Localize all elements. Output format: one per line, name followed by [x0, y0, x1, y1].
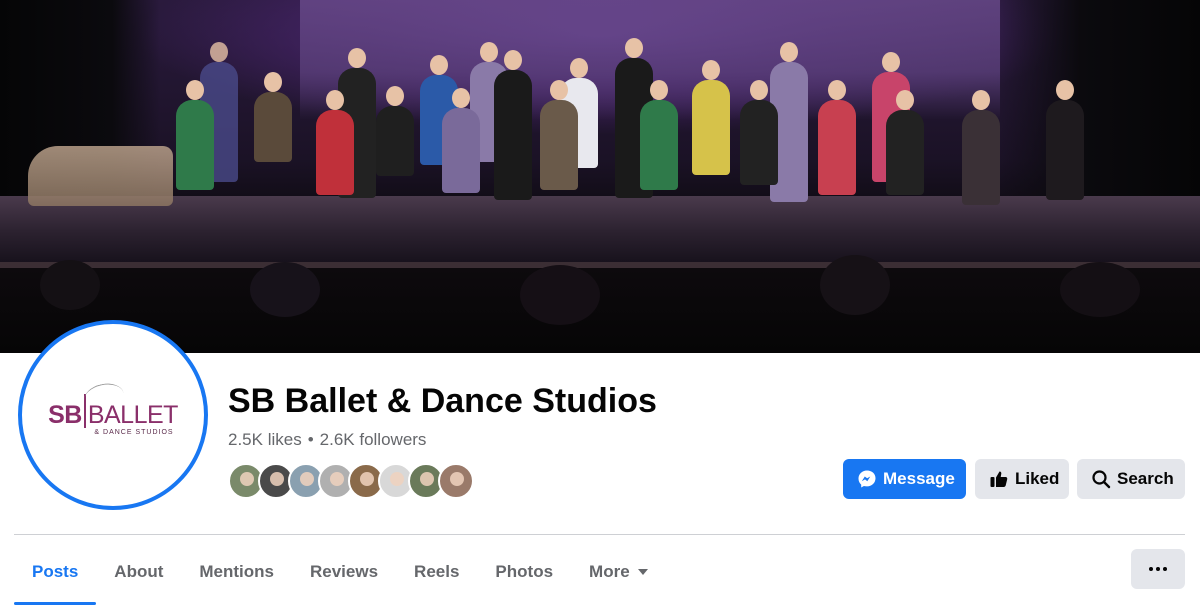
liked-button[interactable]: Liked	[975, 459, 1069, 499]
more-options-button[interactable]	[1131, 549, 1185, 589]
dancer	[640, 80, 678, 190]
ellipsis-dot-icon	[1149, 567, 1153, 571]
dancer	[442, 88, 480, 193]
page-title: SB Ballet & Dance Studios	[228, 382, 657, 420]
dancer	[316, 90, 354, 195]
chaise-lounge	[28, 146, 173, 206]
thumbs-up-icon	[990, 471, 1008, 487]
tab-posts[interactable]: Posts	[14, 542, 97, 605]
tab-label: About	[114, 562, 164, 581]
message-button[interactable]: Message	[843, 459, 966, 499]
caret-down-icon	[637, 569, 648, 575]
tab-label: Reels	[414, 562, 460, 581]
dancer	[740, 80, 778, 185]
tab-photos[interactable]: Photos	[477, 542, 571, 602]
tab-label: Posts	[32, 562, 79, 581]
dancer	[818, 80, 856, 195]
dancer	[176, 80, 214, 190]
stats-separator: •	[307, 430, 314, 449]
search-icon	[1092, 470, 1111, 489]
likes-count[interactable]: 2.5K likes	[228, 430, 302, 449]
dancer	[540, 80, 578, 190]
tab-reviews[interactable]: Reviews	[292, 542, 396, 602]
liked-button-label: Liked	[1015, 469, 1060, 488]
messenger-icon	[858, 470, 876, 488]
ellipsis-dot-icon	[1156, 567, 1160, 571]
logo-sb-text: SB	[48, 401, 82, 429]
audience-head	[250, 262, 320, 317]
message-button-label: Message	[883, 469, 955, 488]
friends-who-like-strip	[228, 463, 474, 499]
search-button-label: Search	[1117, 469, 1174, 488]
audience-head	[520, 265, 600, 325]
dancer	[376, 86, 414, 176]
tab-more[interactable]: More	[571, 542, 666, 602]
tab-label: Photos	[495, 562, 554, 581]
tab-label: More	[589, 562, 630, 581]
friend-avatar[interactable]	[438, 463, 474, 499]
followers-count[interactable]: 2.6K followers	[320, 430, 427, 449]
tab-label: Reviews	[310, 562, 379, 581]
dancer	[494, 50, 532, 200]
dancer	[962, 90, 1000, 205]
tab-label: Mentions	[199, 562, 274, 581]
audience-head	[40, 260, 100, 310]
search-button[interactable]: Search	[1077, 459, 1185, 499]
audience-head	[1060, 262, 1140, 317]
tab-about[interactable]: About	[96, 542, 181, 602]
page-stats: 2.5K likes • 2.6K followers	[228, 430, 426, 450]
audience	[0, 268, 1200, 353]
dancer	[1046, 80, 1084, 200]
ellipsis-dot-icon	[1163, 567, 1167, 571]
logo-subtitle: & DANCE STUDIOS	[94, 429, 174, 436]
dancer	[254, 72, 292, 162]
tab-mentions[interactable]: Mentions	[181, 542, 292, 602]
tab-reels[interactable]: Reels	[396, 542, 477, 602]
header-divider	[14, 534, 1185, 535]
dancer	[692, 60, 730, 175]
page-tabs: Posts About Mentions Reviews Reels Photo…	[14, 540, 666, 605]
audience-head	[820, 255, 890, 315]
profile-picture[interactable]: SB BALLET & DANCE STUDIOS	[18, 320, 208, 510]
stage-floor	[0, 196, 1200, 266]
cover-photo[interactable]	[0, 0, 1200, 353]
dancer	[886, 90, 924, 195]
